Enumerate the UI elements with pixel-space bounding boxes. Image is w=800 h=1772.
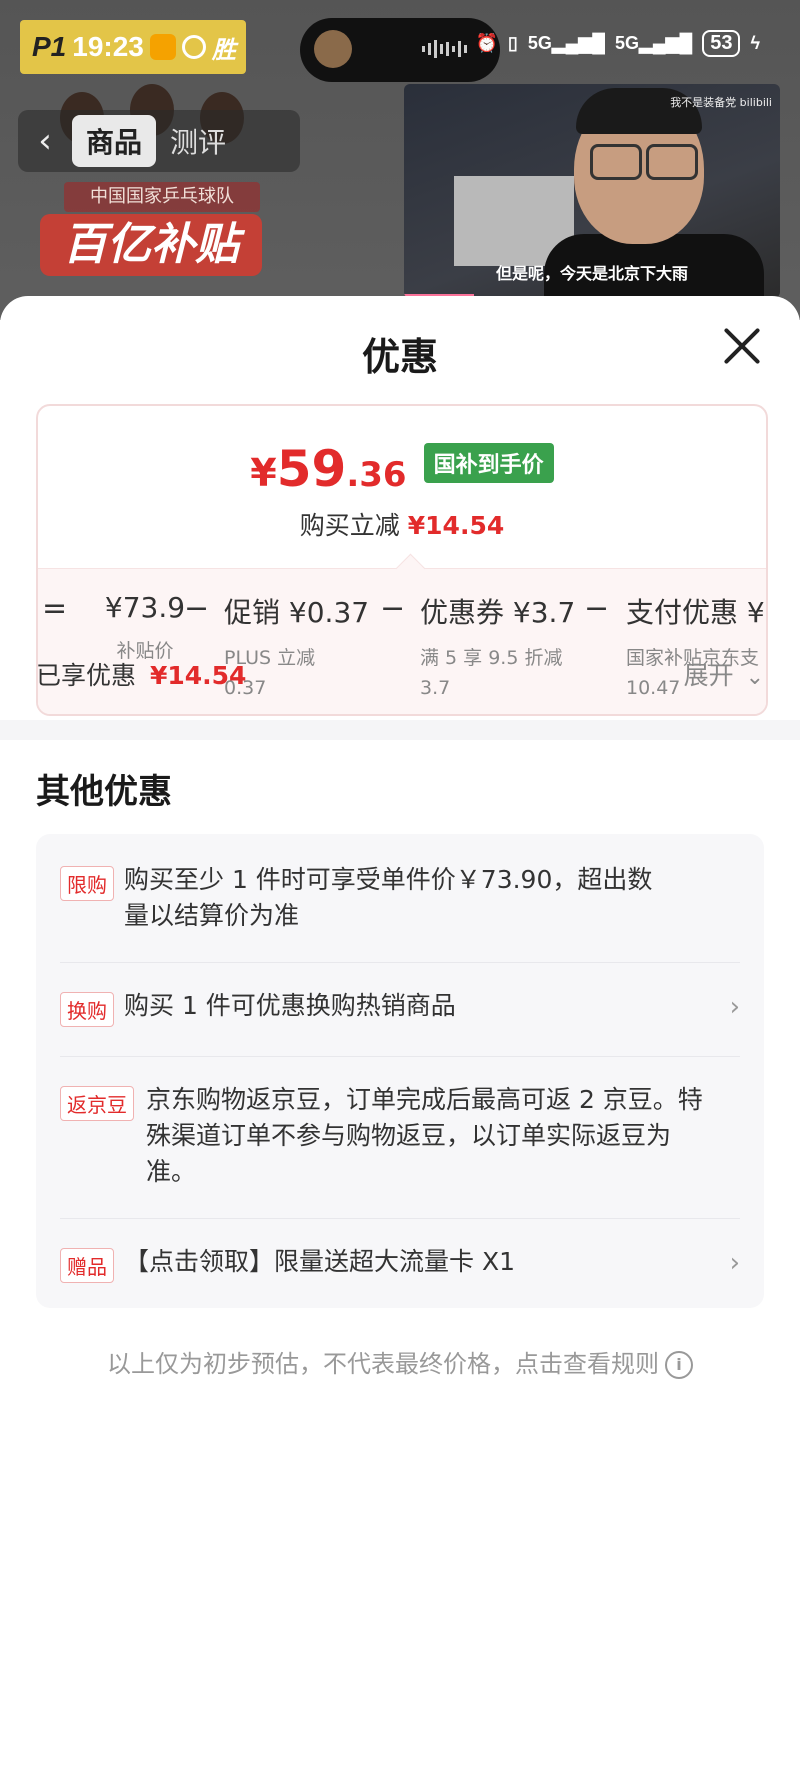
badge-logo: P1 bbox=[32, 31, 67, 62]
list-divider bbox=[60, 962, 740, 963]
instant-reduce: 购买立减 ¥14.54 bbox=[38, 506, 766, 542]
expand-button[interactable]: 展开 ⌄ bbox=[684, 656, 764, 692]
media-thumbnail bbox=[314, 30, 352, 68]
breakdown-value: ¥1 bbox=[746, 596, 766, 629]
jingdou-tag: 返京豆 bbox=[60, 1086, 134, 1121]
list-divider bbox=[60, 1056, 740, 1057]
promo-logo: 百亿补贴 bbox=[40, 214, 262, 276]
chevron-right-icon: › bbox=[729, 992, 740, 1022]
glasses-left bbox=[590, 144, 642, 180]
promo-subtitle: 中国国家乒乓球队 bbox=[64, 182, 260, 212]
discount-text: 购买 1 件可优惠换购热销商品 bbox=[124, 991, 456, 1020]
video-watermark: 我不是装备党 bilibili bbox=[670, 96, 772, 109]
price-breakdown[interactable]: = ¥73.9 补贴价 − 促销 ¥0.37 PLUS 立减 0.37 − 优惠… bbox=[38, 553, 766, 714]
other-discounts-title: 其他优惠 bbox=[36, 772, 172, 812]
chevron-down-icon: ⌄ bbox=[745, 665, 764, 690]
chevron-left-icon[interactable]: ‹ bbox=[18, 121, 72, 161]
breakdown-value: ¥3.7 bbox=[512, 596, 576, 629]
battery-icon: 53 bbox=[702, 30, 741, 57]
enjoyed-discount: 已享优惠 ¥14.54 bbox=[36, 656, 246, 692]
price-integer: 59 bbox=[276, 440, 347, 498]
breakdown-desc: 满 5 享 9.5 折减 3.7 bbox=[420, 647, 563, 699]
chevron-right-icon: › bbox=[729, 1248, 740, 1278]
pip-video[interactable]: 我不是装备党 bilibili 但是呢，今天是北京下大雨 bbox=[404, 84, 780, 298]
discount-text: 购买至少 1 件时可享受单件价￥73.90，超出数量以结算价为准 bbox=[124, 865, 653, 930]
video-subtitle: 但是呢，今天是北京下大雨 bbox=[495, 264, 688, 283]
tab-product[interactable]: 商品 bbox=[72, 115, 157, 167]
breakdown-main: 促销 ¥0.37 bbox=[224, 591, 369, 631]
close-icon[interactable] bbox=[722, 326, 762, 366]
pointer-notch bbox=[395, 553, 426, 584]
breakdown-label: 促销 bbox=[224, 596, 281, 629]
exchange-tag: 换购 bbox=[60, 992, 114, 1027]
shield-icon bbox=[181, 35, 206, 59]
status-bar: P1 19:23 胜 ⏰ ▯ 5G▂▄▆█ 5G▂▄▆█ 53 ϟ bbox=[0, 18, 800, 82]
breakdown-label: 优惠券 bbox=[420, 596, 505, 629]
signal-5g-icon: 5G▂▄▆█ bbox=[527, 33, 606, 53]
gift-tag: 赠品 bbox=[60, 1248, 114, 1283]
tab-review[interactable]: 测评 bbox=[156, 115, 240, 167]
alarm-icon: ⏰ bbox=[475, 33, 498, 53]
app-badge-icon bbox=[149, 34, 176, 60]
rules-footnote[interactable]: 以上仅为初步预估，不代表最终价格，点击查看规则 i bbox=[0, 1344, 800, 1379]
vibrate-icon: ▯ bbox=[507, 33, 518, 53]
breakdown-item-coupon: 优惠券 ¥3.7 满 5 享 9.5 折减 3.7 bbox=[420, 591, 575, 703]
breakdown-label: 支付优惠 bbox=[626, 596, 739, 629]
operator-minus: − bbox=[184, 591, 210, 626]
sheet-title: 优惠 bbox=[361, 335, 438, 379]
background-app: P1 19:23 胜 ⏰ ▯ 5G▂▄▆█ 5G▂▄▆█ 53 ϟ ‹ 商品 测… bbox=[0, 0, 800, 320]
breakdown-main: 支付优惠 ¥1 bbox=[626, 591, 766, 631]
breakdown-main: 优惠券 ¥3.7 bbox=[420, 591, 575, 631]
other-discounts-list: 限购 购买至少 1 件时可享受单件价￥73.90，超出数量以结算价为准 换购 购… bbox=[36, 834, 764, 1308]
discount-text: 【点击领取】限量送超大流量卡 X1 bbox=[124, 1247, 515, 1276]
expand-label: 展开 bbox=[683, 661, 734, 690]
limit-tag: 限购 bbox=[60, 866, 114, 901]
audio-wave-icon bbox=[422, 40, 482, 58]
operator-equals: = bbox=[42, 591, 68, 626]
info-icon: i bbox=[665, 1351, 693, 1379]
list-divider bbox=[60, 1218, 740, 1219]
operator-minus: − bbox=[380, 591, 406, 626]
discount-item-jingdou: 返京豆 京东购物返京豆，订单完成后最高可返 2 京豆。特殊渠道订单不参与购物返豆… bbox=[60, 1082, 740, 1190]
instant-reduce-label: 购买立减 bbox=[299, 511, 400, 540]
instant-reduce-amount: ¥14.54 bbox=[407, 511, 505, 540]
badge-text: 胜 bbox=[211, 35, 236, 64]
section-divider bbox=[0, 720, 800, 740]
discount-text: 京东购物返京豆，订单完成后最高可返 2 京豆。特殊渠道订单不参与购物返豆，以订单… bbox=[146, 1085, 703, 1186]
system-icons: ⏰ ▯ 5G▂▄▆█ 5G▂▄▆█ 53 ϟ bbox=[475, 30, 760, 57]
product-nav: ‹ 商品 测评 bbox=[18, 110, 300, 172]
discount-item-exchange[interactable]: 换购 购买 1 件可优惠换购热销商品 › bbox=[60, 988, 740, 1027]
discount-sheet: 优惠 ¥59.36 国补到手价 购买立减 ¥14.54 = ¥73.9 补贴价 −… bbox=[0, 296, 800, 1772]
operator-minus: − bbox=[584, 591, 610, 626]
enjoyed-amount: ¥14.54 bbox=[149, 661, 247, 690]
breakdown-value: ¥0.37 bbox=[288, 596, 370, 629]
dynamic-island bbox=[300, 18, 500, 82]
signal-5g-icon-2: 5G▂▄▆█ bbox=[615, 33, 693, 53]
discount-item-limit: 限购 购买至少 1 件时可享受单件价￥73.90，超出数量以结算价为准 bbox=[60, 862, 740, 934]
footnote-text: 以上仅为初步预估，不代表最终价格，点击查看规则 bbox=[107, 1350, 659, 1378]
clock: 19:23 bbox=[72, 31, 144, 62]
discount-item-gift[interactable]: 赠品 【点击领取】限量送超大流量卡 X1 › bbox=[60, 1244, 740, 1283]
price-decimal: .36 bbox=[346, 455, 407, 495]
charging-icon: ϟ bbox=[750, 33, 760, 53]
glasses-right bbox=[646, 144, 698, 180]
final-price: ¥59.36 国补到手价 bbox=[38, 440, 766, 498]
currency-symbol: ¥ bbox=[250, 451, 277, 495]
time-badge: P1 19:23 胜 bbox=[20, 20, 246, 74]
subsidy-price-tag: 国补到手价 bbox=[423, 443, 554, 483]
enjoyed-label: 已享优惠 bbox=[36, 661, 137, 690]
